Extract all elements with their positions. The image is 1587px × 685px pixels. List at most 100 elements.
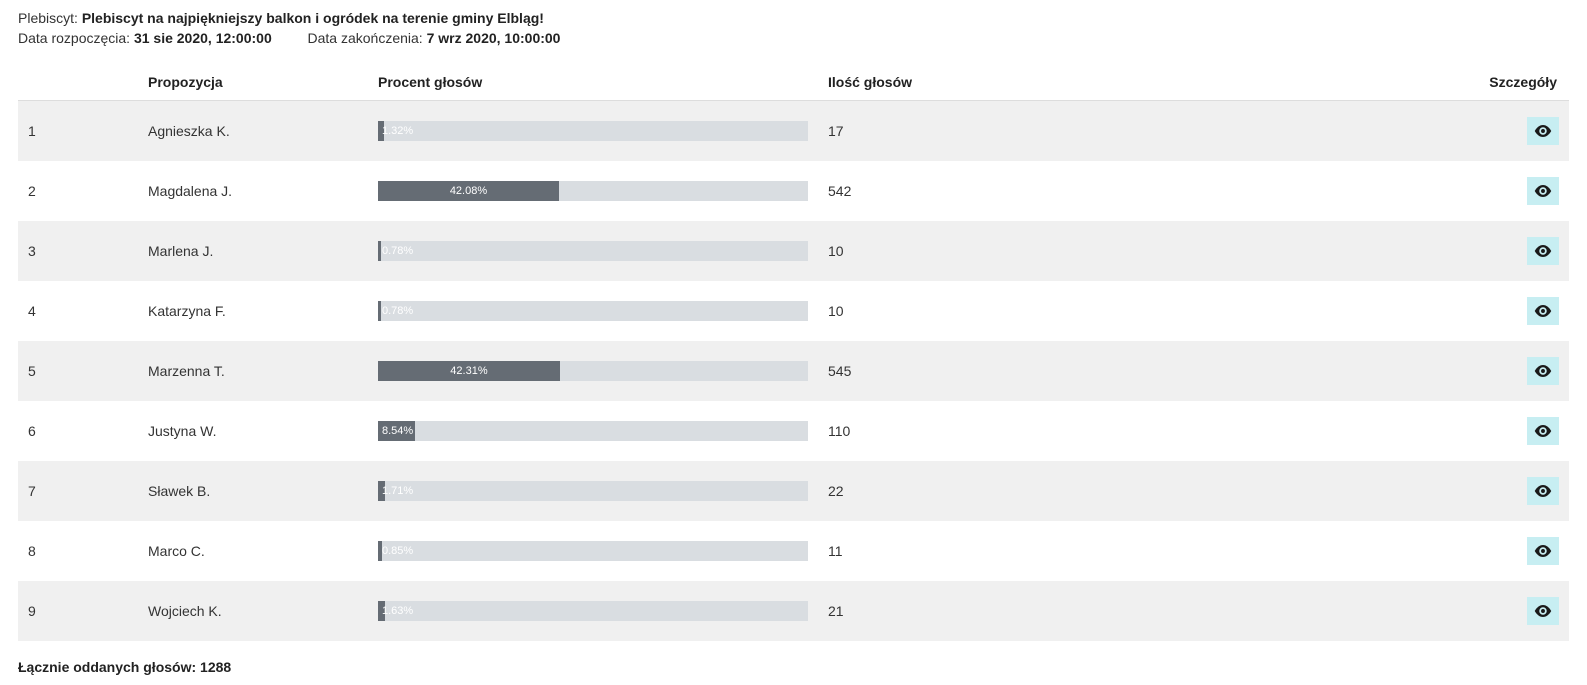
- details-button[interactable]: [1527, 477, 1559, 505]
- row-votes: 110: [818, 401, 1479, 461]
- table-row: 8Marco C. 0.85% 11: [18, 521, 1569, 581]
- progress-bar-fill: [378, 301, 381, 321]
- row-name: Marzenna T.: [138, 341, 368, 401]
- progress-bar-fill: [378, 241, 381, 261]
- table-row: 3Marlena J. 0.78% 10: [18, 221, 1569, 281]
- row-details-cell: [1479, 461, 1569, 521]
- row-votes: 22: [818, 461, 1479, 521]
- row-name: Marco C.: [138, 521, 368, 581]
- row-votes: 11: [818, 521, 1479, 581]
- details-button[interactable]: [1527, 237, 1559, 265]
- col-votes-header: Ilość głosów: [818, 64, 1479, 101]
- row-percent-cell: 1.71%: [368, 461, 818, 521]
- row-votes: 21: [818, 581, 1479, 641]
- progress-bar: 1.32%: [378, 121, 808, 141]
- row-name: Justyna W.: [138, 401, 368, 461]
- table-row: 5Marzenna T. 42.31% 545: [18, 341, 1569, 401]
- row-details-cell: [1479, 341, 1569, 401]
- details-button[interactable]: [1527, 597, 1559, 625]
- row-details-cell: [1479, 101, 1569, 162]
- col-percent-header: Procent głosów: [368, 64, 818, 101]
- eye-icon: [1534, 245, 1552, 257]
- details-button[interactable]: [1527, 537, 1559, 565]
- row-rank: 6: [18, 401, 138, 461]
- end-label: Data zakończenia:: [308, 30, 423, 46]
- row-percent-cell: 42.31%: [368, 341, 818, 401]
- eye-icon: [1534, 185, 1552, 197]
- progress-bar-label: 1.63%: [382, 605, 413, 617]
- progress-bar-label: 42.08%: [450, 185, 487, 197]
- progress-bar: 0.78%: [378, 241, 808, 261]
- row-name: Magdalena J.: [138, 161, 368, 221]
- progress-bar: 42.31%: [378, 361, 808, 381]
- details-button[interactable]: [1527, 417, 1559, 445]
- eye-icon: [1534, 365, 1552, 377]
- row-percent-cell: 42.08%: [368, 161, 818, 221]
- row-rank: 9: [18, 581, 138, 641]
- poll-title-line: Plebiscyt: Plebiscyt na najpiękniejszy b…: [18, 10, 1569, 26]
- progress-bar-label: 0.78%: [382, 305, 413, 317]
- table-row: 1Agnieszka K. 1.32% 17: [18, 101, 1569, 162]
- progress-bar-label: 42.31%: [450, 365, 487, 377]
- row-rank: 4: [18, 281, 138, 341]
- details-button[interactable]: [1527, 117, 1559, 145]
- progress-bar: 42.08%: [378, 181, 808, 201]
- row-details-cell: [1479, 401, 1569, 461]
- poll-label: Plebiscyt:: [18, 10, 78, 26]
- total-votes: Łącznie oddanych głosów: 1288: [18, 659, 1569, 675]
- row-details-cell: [1479, 581, 1569, 641]
- table-row: 7Sławek B.1.71%22: [18, 461, 1569, 521]
- row-percent-cell: 1.63%: [368, 581, 818, 641]
- poll-title: Plebiscyt na najpiękniejszy balkon i ogr…: [82, 10, 544, 26]
- progress-bar-label: 0.78%: [382, 245, 413, 257]
- eye-icon: [1534, 605, 1552, 617]
- row-details-cell: [1479, 521, 1569, 581]
- row-rank: 2: [18, 161, 138, 221]
- row-votes: 545: [818, 341, 1479, 401]
- start-value: 31 sie 2020, 12:00:00: [134, 30, 272, 46]
- row-rank: 3: [18, 221, 138, 281]
- results-table: Propozycja Procent głosów Ilość głosów S…: [18, 64, 1569, 641]
- details-button[interactable]: [1527, 297, 1559, 325]
- end-value: 7 wrz 2020, 10:00:00: [427, 30, 561, 46]
- row-name: Wojciech K.: [138, 581, 368, 641]
- row-name: Marlena J.: [138, 221, 368, 281]
- table-row: 2Magdalena J. 42.08% 542: [18, 161, 1569, 221]
- progress-bar: 0.85%: [378, 541, 808, 561]
- details-button[interactable]: [1527, 357, 1559, 385]
- row-name: Agnieszka K.: [138, 101, 368, 162]
- progress-bar-label: 0.85%: [382, 545, 413, 557]
- row-name: Katarzyna F.: [138, 281, 368, 341]
- row-rank: 5: [18, 341, 138, 401]
- eye-icon: [1534, 125, 1552, 137]
- row-rank: 1: [18, 101, 138, 162]
- start-label: Data rozpoczęcia:: [18, 30, 130, 46]
- total-label: Łącznie oddanych głosów:: [18, 659, 196, 675]
- row-percent-cell: 0.85%: [368, 521, 818, 581]
- progress-bar: 1.63%: [378, 601, 808, 621]
- col-rank-header: [18, 64, 138, 101]
- row-percent-cell: 0.78%: [368, 281, 818, 341]
- row-details-cell: [1479, 221, 1569, 281]
- row-votes: 10: [818, 281, 1479, 341]
- row-percent-cell: 8.54%: [368, 401, 818, 461]
- row-percent-cell: 1.32%: [368, 101, 818, 162]
- progress-bar-label: 1.71%: [382, 485, 413, 497]
- row-rank: 8: [18, 521, 138, 581]
- col-name-header: Propozycja: [138, 64, 368, 101]
- details-button[interactable]: [1527, 177, 1559, 205]
- row-rank: 7: [18, 461, 138, 521]
- eye-icon: [1534, 305, 1552, 317]
- row-votes: 542: [818, 161, 1479, 221]
- progress-bar-label: 1.32%: [382, 125, 413, 137]
- row-votes: 10: [818, 221, 1479, 281]
- progress-bar: 0.78%: [378, 301, 808, 321]
- row-details-cell: [1479, 161, 1569, 221]
- eye-icon: [1534, 485, 1552, 497]
- poll-dates-line: Data rozpoczęcia: 31 sie 2020, 12:00:00 …: [18, 30, 1569, 46]
- row-votes: 17: [818, 101, 1479, 162]
- col-details-header: Szczegóły: [1479, 64, 1569, 101]
- row-details-cell: [1479, 281, 1569, 341]
- eye-icon: [1534, 425, 1552, 437]
- progress-bar: 8.54%: [378, 421, 808, 441]
